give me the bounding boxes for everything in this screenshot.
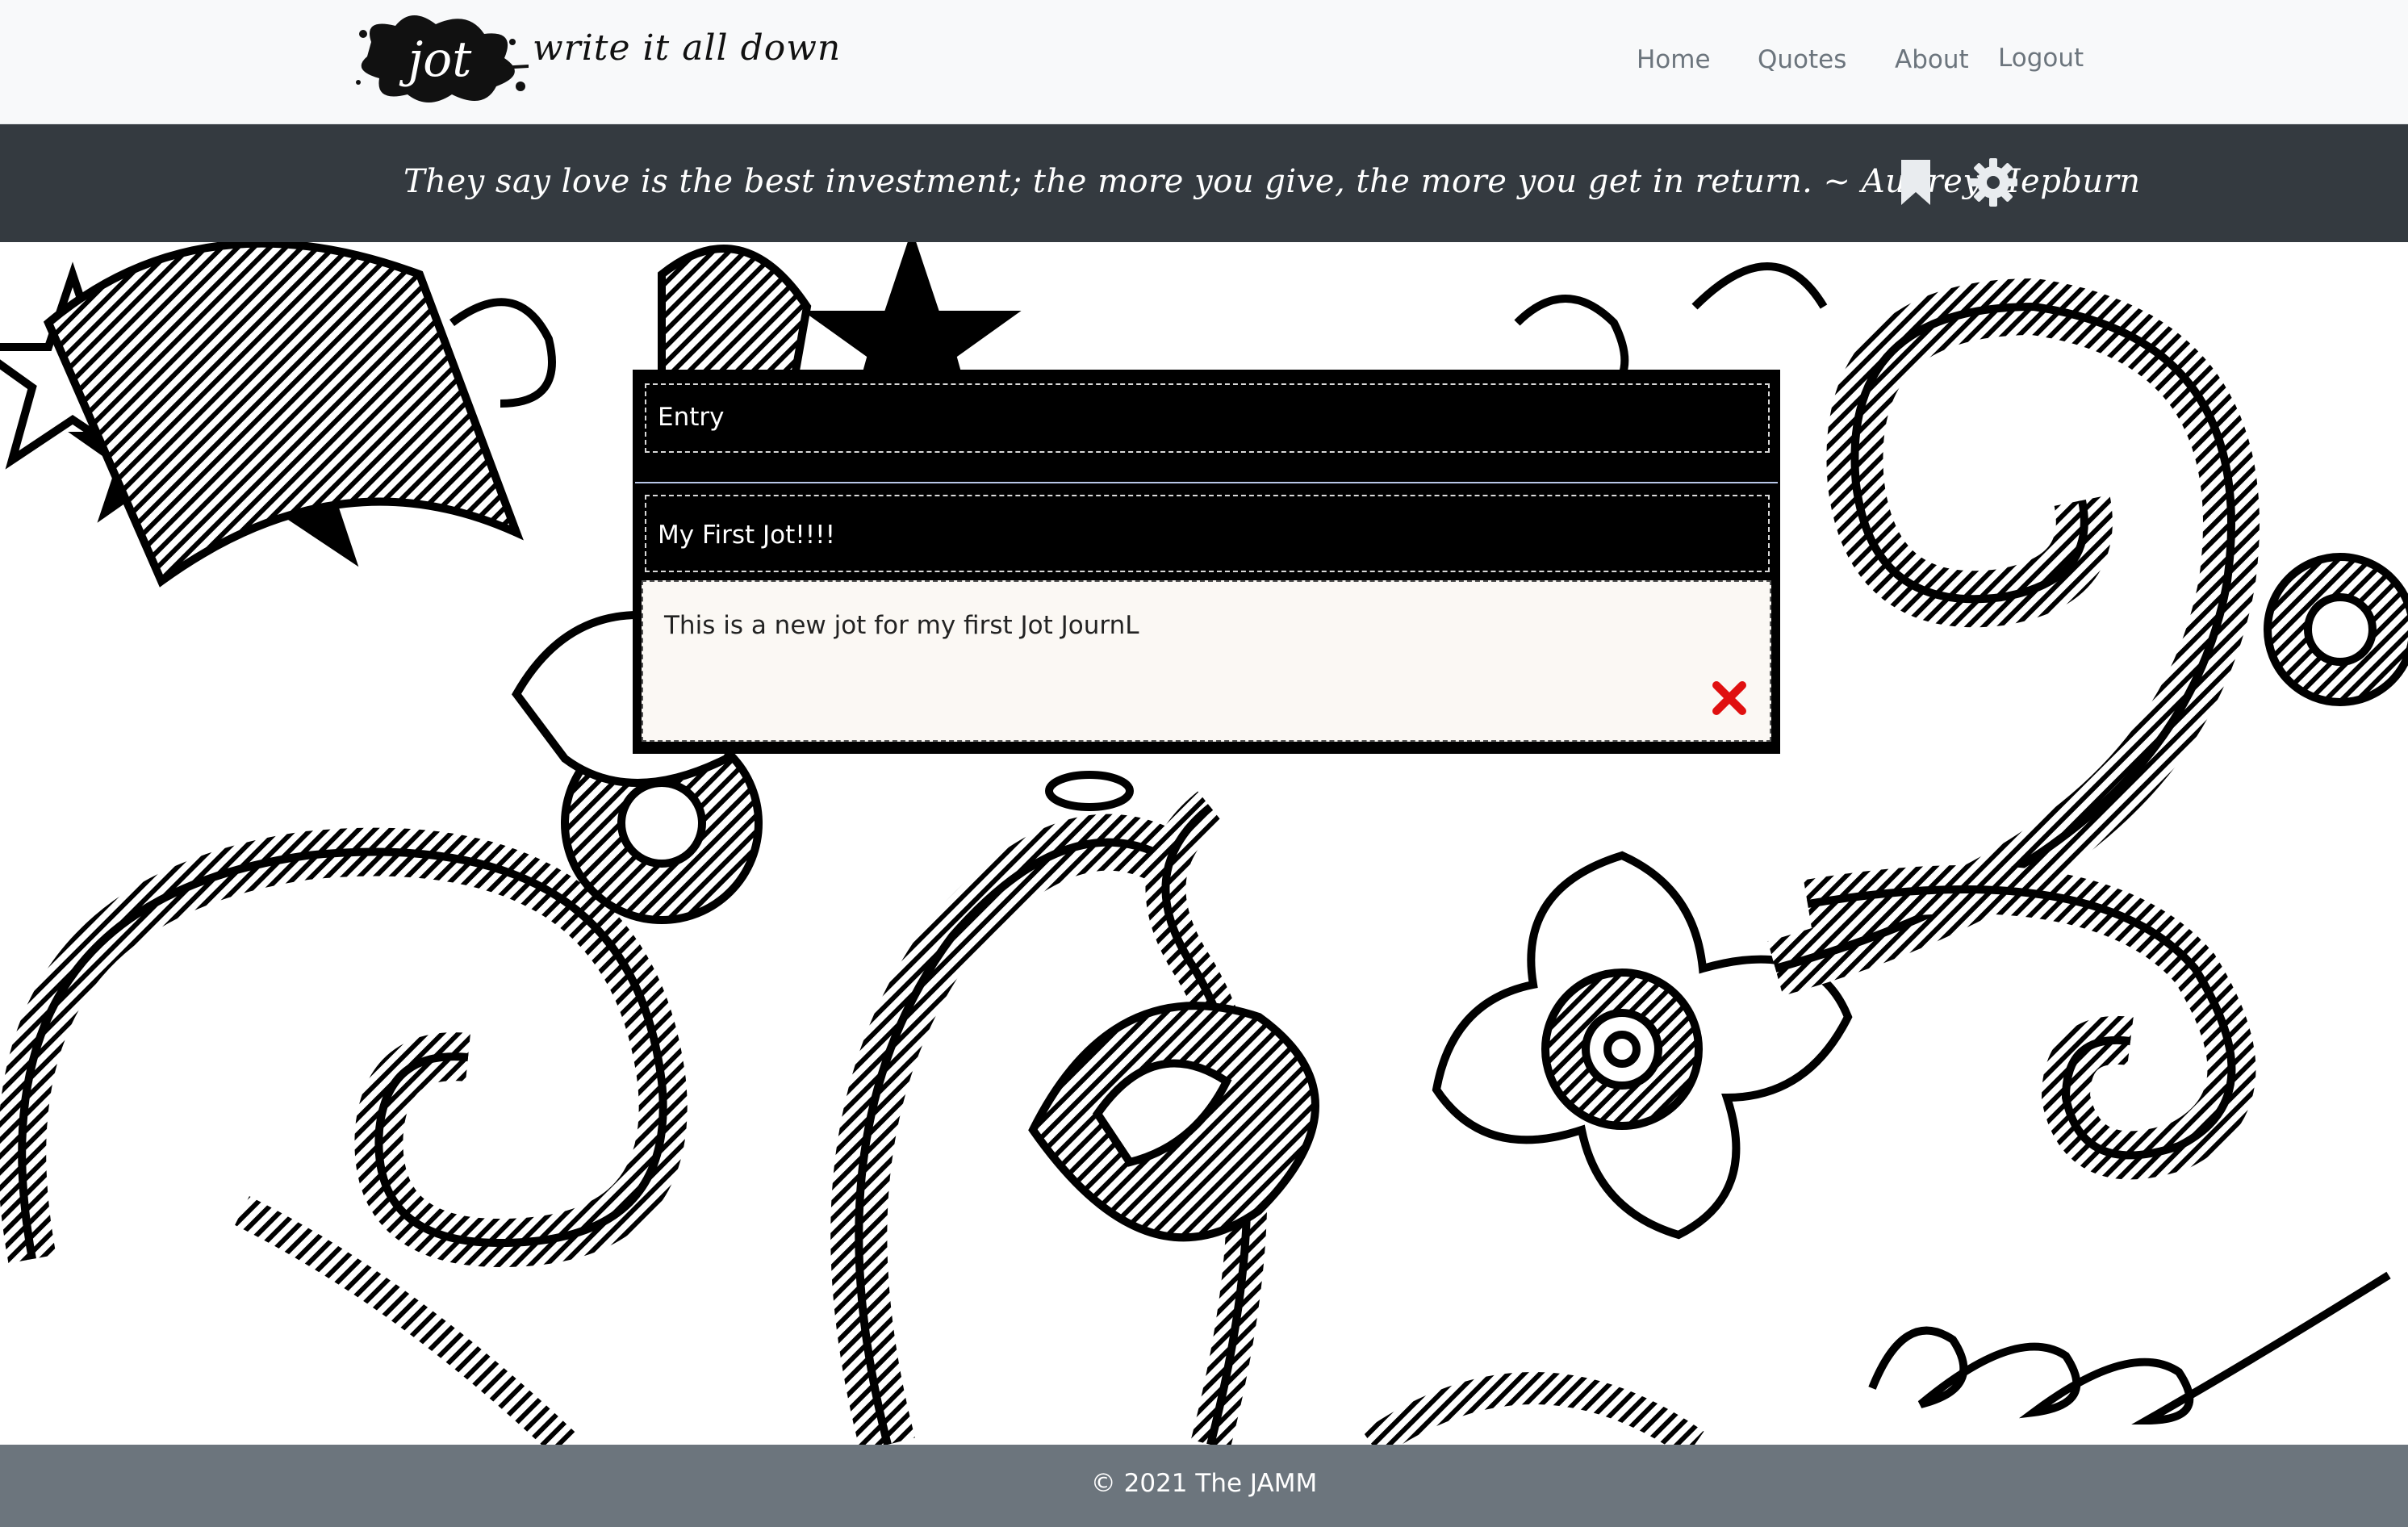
nav-home-link[interactable]: Home bbox=[1637, 45, 1711, 74]
logo-text: jot bbox=[399, 31, 473, 88]
nav-about-link[interactable]: About bbox=[1895, 45, 1969, 74]
focus-outline bbox=[635, 482, 1778, 483]
entry-title-input[interactable]: My First Jot!!!! bbox=[645, 495, 1770, 572]
entry-card: Entry My First Jot!!!! This is a new jot… bbox=[633, 370, 1780, 754]
gear-icon[interactable] bbox=[1967, 157, 2019, 208]
nav-quotes-link[interactable]: Quotes bbox=[1758, 45, 1846, 74]
delete-entry-button[interactable] bbox=[1712, 680, 1747, 716]
footer-copyright: © 2021 The JAMM bbox=[1090, 1469, 1318, 1498]
top-navbar: jot write it all down Home Quotes About … bbox=[0, 0, 2408, 124]
nav-logout-link[interactable]: Logout bbox=[1998, 44, 2084, 73]
brand-tagline: write it all down bbox=[533, 27, 842, 69]
entry-label-input[interactable]: Entry bbox=[645, 383, 1770, 453]
daily-quote: They say love is the best investment; th… bbox=[403, 163, 2141, 200]
bookmark-icon[interactable] bbox=[1890, 157, 1942, 208]
ink-splat-icon: jot bbox=[356, 15, 529, 102]
brand-logo[interactable]: jot bbox=[347, 10, 533, 107]
close-icon bbox=[1712, 681, 1746, 715]
quote-bar: They say love is the best investment; th… bbox=[0, 124, 2408, 242]
entry-body[interactable]: This is a new jot for my first Jot Journ… bbox=[642, 580, 1771, 742]
footer: © 2021 The JAMM bbox=[0, 1445, 2408, 1527]
entry-body-text: This is a new jot for my first Jot Journ… bbox=[664, 611, 1139, 640]
